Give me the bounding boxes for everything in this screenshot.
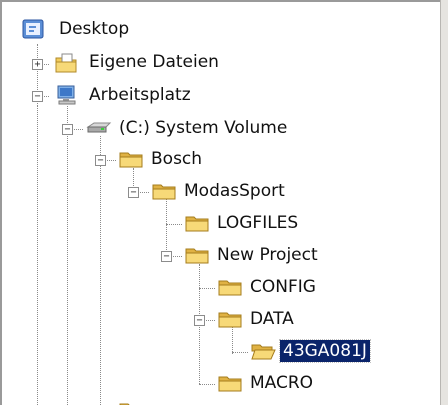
tree-item-eigene-dateien[interactable]: Eigene Dateien bbox=[86, 51, 222, 73]
tree-guide-line bbox=[166, 198, 167, 258]
folder-icon bbox=[184, 245, 210, 265]
tree-guide-line bbox=[100, 136, 101, 405]
tree-connector bbox=[232, 352, 248, 353]
collapse-toggle-bosch[interactable]: − bbox=[95, 155, 106, 166]
tree-connector bbox=[166, 224, 182, 225]
collapse-toggle-arbeitsplatz[interactable]: − bbox=[32, 91, 43, 102]
tree-item-config[interactable]: CONFIG bbox=[247, 276, 319, 298]
folder-icon bbox=[217, 373, 243, 393]
tree-item-logfiles[interactable]: LOGFILES bbox=[214, 212, 301, 234]
folder-icon bbox=[217, 277, 243, 297]
my-documents-icon bbox=[54, 52, 80, 73]
tree-guide-line bbox=[37, 106, 38, 405]
vertical-scrollbar[interactable] bbox=[440, 0, 448, 405]
folder-icon bbox=[217, 309, 243, 329]
tree-item-data[interactable]: DATA bbox=[247, 308, 297, 330]
tree-item-bosch[interactable]: Bosch bbox=[148, 148, 205, 170]
open-folder-icon bbox=[250, 341, 276, 361]
expand-toggle-eigene-dateien[interactable]: + bbox=[32, 59, 43, 70]
folder-tree: Desktop + Eigene Dateien − Arbeitsplatz … bbox=[0, 0, 440, 405]
folder-icon bbox=[118, 400, 144, 405]
tree-item-macro[interactable]: MACRO bbox=[247, 372, 316, 394]
tree-item-modassport[interactable]: ModasSport bbox=[181, 180, 288, 202]
tree-item-system-volume[interactable]: (C:) System Volume bbox=[116, 117, 290, 139]
desktop-icon bbox=[22, 19, 48, 39]
tree-connector bbox=[199, 288, 215, 289]
tree-item-desktop[interactable]: Desktop bbox=[56, 18, 132, 40]
collapse-toggle-modassport[interactable]: − bbox=[128, 187, 139, 198]
folder-icon bbox=[118, 149, 144, 169]
tree-item-arbeitsplatz[interactable]: Arbeitsplatz bbox=[86, 84, 194, 106]
tree-item-new-project[interactable]: New Project bbox=[214, 244, 321, 266]
my-computer-icon bbox=[56, 84, 82, 105]
tree-guide-line bbox=[67, 106, 68, 405]
collapse-toggle-system-volume[interactable]: − bbox=[62, 124, 73, 135]
folder-icon bbox=[151, 181, 177, 201]
collapse-toggle-data[interactable]: − bbox=[194, 315, 205, 326]
hard-drive-icon bbox=[86, 118, 112, 138]
tree-connector bbox=[199, 384, 215, 385]
tree-item-43ga081j[interactable]: 43GA081J bbox=[279, 339, 371, 363]
folder-icon bbox=[184, 213, 210, 233]
collapse-toggle-new-project[interactable]: − bbox=[161, 251, 172, 262]
